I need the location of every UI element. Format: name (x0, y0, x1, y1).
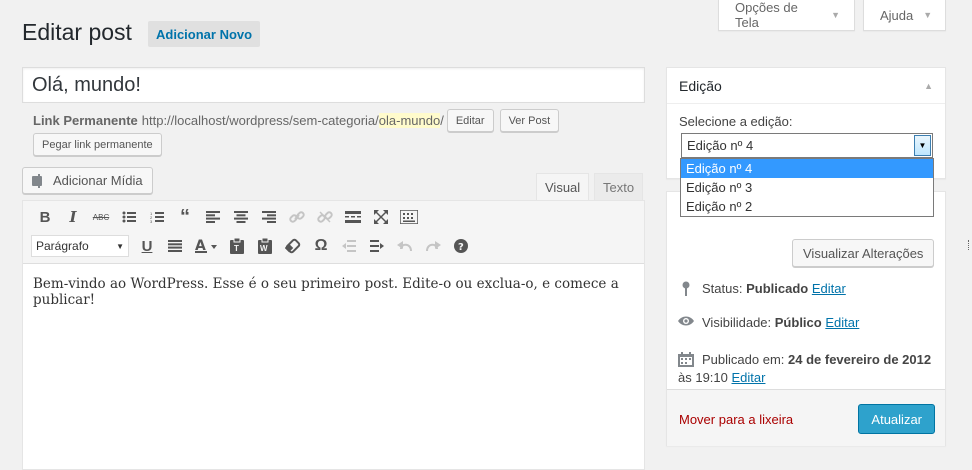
permalink-slug[interactable]: ola-mundo (378, 113, 441, 128)
edit-visibility-link[interactable]: Editar (825, 315, 859, 330)
screen-options-tab[interactable]: Opções de Tela ▼ (718, 0, 855, 31)
svg-text:T: T (234, 244, 239, 253)
strikethrough-icon[interactable]: ABC (87, 203, 115, 231)
toolbar-row-2: Parágrafo ▼ U A T W Ω ? (31, 232, 475, 260)
bullet-list-icon[interactable] (115, 203, 143, 231)
visibility-value: Público (774, 315, 822, 330)
published-time: às 19:10 (678, 370, 728, 385)
paste-word-icon[interactable]: W (251, 232, 279, 260)
editor-content[interactable]: Bem-vindo ao WordPress. Esse é o seu pri… (23, 264, 644, 320)
chevron-down-icon: ▼ (831, 10, 840, 20)
toolbar-row-1: B I ABC 123 “ (31, 203, 423, 231)
calendar-icon (678, 349, 694, 367)
revision-dropdown-list: Edição nº 4 Edição nº 3 Edição nº 2 (680, 158, 934, 217)
revisions-title: Edição (679, 77, 722, 94)
italic-icon[interactable]: I (59, 203, 87, 231)
chevron-down-icon: ▼ (923, 10, 933, 20)
help-icon[interactable]: ? (447, 232, 475, 260)
permalink-base: http://localhost/wordpress/sem-categoria… (141, 113, 379, 128)
edit-date-link[interactable]: Editar (732, 370, 766, 385)
revision-option[interactable]: Edição nº 3 (681, 178, 933, 197)
revision-select-label: Selecione a edição: (679, 114, 793, 129)
pin-icon (678, 281, 694, 297)
underline-icon[interactable]: U (133, 232, 161, 260)
status-value: Publicado (746, 281, 809, 296)
visibility-label: Visibilidade: (702, 315, 772, 330)
add-new-button[interactable]: Adicionar Novo (148, 21, 261, 47)
redo-icon[interactable] (419, 232, 447, 260)
chevron-down-icon: ▼ (116, 241, 124, 251)
published-time-row: às 19:10 Editar (678, 370, 765, 385)
move-to-trash-link[interactable]: Mover para a lixeira (679, 412, 793, 427)
permalink-label: Link Permanente (33, 113, 138, 128)
published-date: 24 de fevereiro de 2012 (788, 352, 932, 367)
toolbar-toggle-icon[interactable] (395, 203, 423, 231)
undo-icon[interactable] (391, 232, 419, 260)
align-center-icon[interactable] (227, 203, 255, 231)
revision-option[interactable]: Edição nº 2 (681, 197, 933, 216)
help-label: Ajuda (880, 7, 914, 23)
revisions-box-title[interactable]: Edição ▲ (667, 68, 945, 104)
justify-icon[interactable] (161, 232, 189, 260)
update-button[interactable]: Atualizar (858, 404, 935, 434)
numbered-list-icon[interactable]: 123 (143, 203, 171, 231)
special-character-icon[interactable]: Ω (307, 232, 335, 260)
permalink-row: Link Permanente http://localhost/wordpre… (33, 109, 560, 132)
revision-option[interactable]: Edição nº 4 (681, 159, 933, 178)
add-media-label: Adicionar Mídia (53, 173, 143, 188)
tab-visual[interactable]: Visual (536, 173, 590, 201)
publish-box: Visualizar Alterações Status: Publicado … (666, 191, 946, 446)
format-select-value: Parágrafo (36, 239, 89, 253)
preview-changes-button[interactable]: Visualizar Alterações (792, 239, 935, 267)
visibility-row: Visibilidade: Público Editar (678, 315, 859, 330)
edit-permalink-button[interactable]: Editar (446, 109, 494, 132)
post-title-input[interactable]: Olá, mundo! (22, 67, 645, 103)
format-select[interactable]: Parágrafo ▼ (31, 235, 129, 257)
align-left-icon[interactable] (199, 203, 227, 231)
chevron-down-icon[interactable]: ▼ (914, 135, 931, 156)
status-row: Status: Publicado Editar (678, 281, 846, 297)
help-tab[interactable]: Ajuda ▼ (863, 0, 946, 31)
status-label: Status: (702, 281, 743, 296)
get-shortlink-button[interactable]: Pegar link permanente (33, 133, 162, 156)
insert-link-icon[interactable] (283, 203, 311, 231)
publish-actions: Mover para a lixeira Atualizar (667, 389, 945, 446)
svg-text:?: ? (458, 242, 464, 253)
revision-select-value: Edição nº 4 (687, 138, 754, 153)
text-color-icon[interactable]: A (189, 232, 223, 260)
clear-formatting-icon[interactable] (279, 232, 307, 260)
remove-link-icon[interactable] (311, 203, 339, 231)
tab-text[interactable]: Texto (594, 173, 644, 200)
svg-text:W: W (260, 244, 268, 253)
align-right-icon[interactable] (255, 203, 283, 231)
svg-text:3: 3 (150, 219, 153, 223)
published-row: Publicado em: 24 de fevereiro de 2012 (678, 349, 942, 370)
page-title: Editar post (22, 19, 132, 45)
screen-options-label: Opções de Tela (735, 0, 798, 30)
bold-icon[interactable]: B (31, 203, 59, 231)
indent-icon[interactable] (363, 232, 391, 260)
fullscreen-icon[interactable] (367, 203, 395, 231)
published-label: Publicado em: (702, 352, 785, 367)
media-icon (31, 173, 47, 189)
chevron-up-icon[interactable]: ▲ (924, 81, 933, 91)
eye-icon (678, 315, 694, 327)
post-editor: B I ABC 123 “ Parágrafo ▼ U A T W Ω ? Be… (22, 200, 645, 470)
paste-text-icon[interactable]: T (223, 232, 251, 260)
view-post-button[interactable]: Ver Post (499, 109, 560, 132)
blockquote-icon[interactable]: “ (171, 203, 199, 231)
window-edge-marker (968, 240, 970, 250)
outdent-icon[interactable] (335, 232, 363, 260)
read-more-icon[interactable] (339, 203, 367, 231)
add-media-button[interactable]: Adicionar Mídia (22, 167, 153, 194)
editor-toolbar: B I ABC 123 “ Parágrafo ▼ U A T W Ω ? (23, 201, 644, 264)
permalink-end: / (440, 113, 444, 128)
revision-select[interactable]: Edição nº 4 ▼ (681, 133, 933, 158)
edit-status-link[interactable]: Editar (812, 281, 846, 296)
